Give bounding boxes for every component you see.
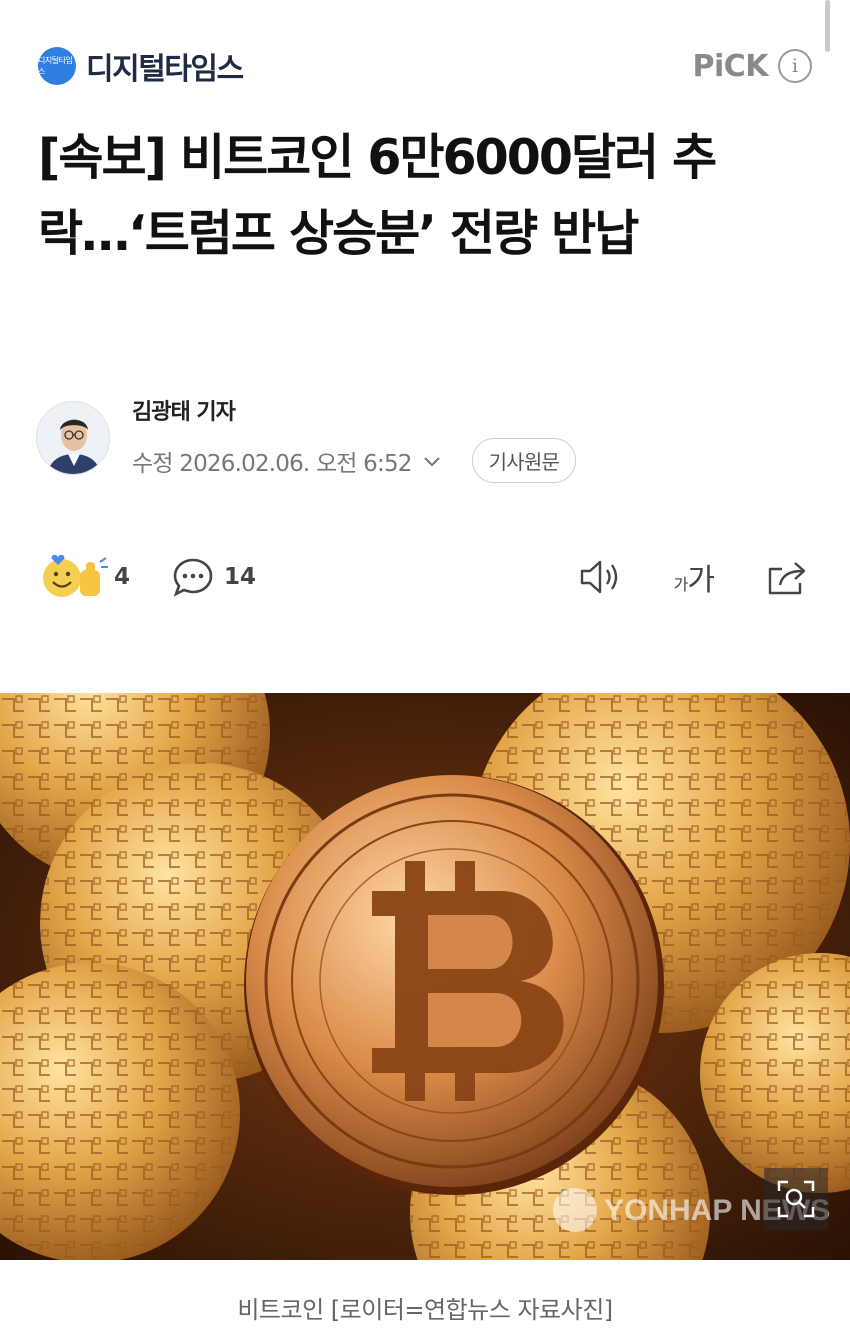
modified-date: 수정 2026.02.06. 오전 6:52 bbox=[132, 450, 412, 477]
original-article-button[interactable]: 기사원문 bbox=[471, 438, 577, 483]
byline: 김광태 기자 수정 2026.02.06. 오전 6:52 기사원문 bbox=[36, 392, 577, 483]
comment-icon[interactable] bbox=[172, 557, 214, 597]
font-size-small-label: 가 bbox=[673, 575, 689, 594]
pick-area: PiCK i bbox=[692, 49, 812, 84]
speaker-icon[interactable] bbox=[578, 557, 624, 597]
article-toolbar: 4 14 가 가 bbox=[40, 552, 810, 602]
zoom-icon bbox=[777, 1180, 815, 1218]
info-icon[interactable]: i bbox=[778, 49, 812, 83]
press-name[interactable]: 디지털타임스 bbox=[86, 44, 244, 88]
photo-caption: 비트코인 [로이터=연합뉴스 자료사진] bbox=[237, 1296, 613, 1324]
font-size-large-label: 가 bbox=[687, 563, 715, 598]
chevron-down-icon[interactable] bbox=[420, 449, 444, 473]
press-logo: 디지털타임스 bbox=[38, 47, 76, 85]
reporter-avatar[interactable] bbox=[36, 400, 110, 475]
share-icon[interactable] bbox=[764, 557, 810, 597]
article-header-bar: 디지털타임스 디지털타임스 PiCK i bbox=[38, 44, 812, 88]
comment-count[interactable]: 14 bbox=[224, 564, 256, 590]
bitcoin-coins-image: YONHAP NEWS bbox=[0, 693, 850, 1260]
zoom-button[interactable] bbox=[764, 1168, 828, 1230]
press-brand[interactable]: 디지털타임스 디지털타임스 bbox=[38, 44, 244, 88]
article-headline: [속보] 비트코인 6만6000달러 추락…‘트럼프 상승분’ 전량 반납 bbox=[38, 129, 717, 262]
reporter-name[interactable]: 김광태 기자 bbox=[132, 394, 576, 426]
font-size-icon[interactable]: 가 가 bbox=[673, 555, 715, 599]
pick-badge: PiCK bbox=[692, 48, 768, 84]
article-photo[interactable]: YONHAP NEWS bbox=[0, 693, 850, 1260]
scrollbar[interactable] bbox=[825, 0, 830, 52]
reaction-count[interactable]: 4 bbox=[114, 564, 130, 590]
reaction-emoji-icon[interactable] bbox=[40, 554, 110, 600]
